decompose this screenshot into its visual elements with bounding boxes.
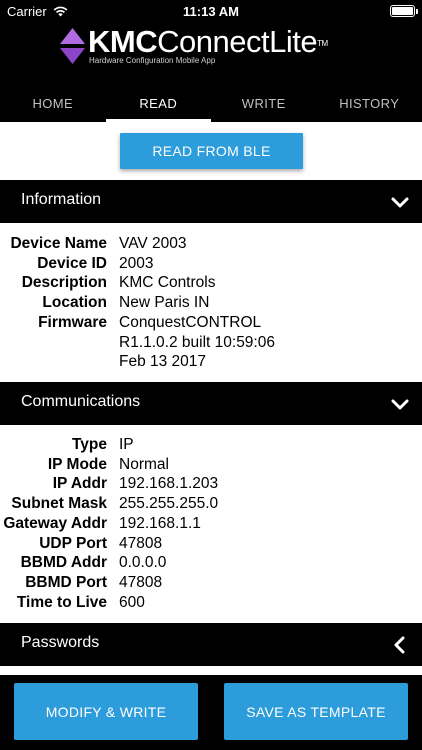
info-key: Location bbox=[42, 294, 107, 312]
status-bar: Carrier 11:13 AM bbox=[0, 0, 422, 22]
info-key: Firmware bbox=[38, 313, 107, 331]
comm-key: Gateway Addr bbox=[3, 514, 107, 532]
chevron-down-icon[interactable] bbox=[390, 395, 410, 413]
information-list: Device Name VAV 2003 Device ID 2003 Descri… bbox=[0, 234, 422, 372]
tab-home[interactable]: HOME bbox=[0, 88, 106, 122]
comm-value: Normal bbox=[119, 455, 169, 473]
info-value: ConquestCONTROL bbox=[119, 313, 262, 331]
app-subtitle: Hardware Configuration Mobile App bbox=[89, 56, 216, 65]
info-row: Location New Paris IN bbox=[0, 293, 422, 313]
comm-key: Type bbox=[71, 436, 107, 453]
comm-key: Subnet Mask bbox=[11, 495, 107, 513]
bottom-action-bar: MODIFY & WRITE SAVE AS TEMPLATE bbox=[0, 675, 422, 750]
info-row: Device ID 2003 bbox=[0, 254, 422, 274]
info-value: Feb 13 2017 bbox=[119, 353, 207, 371]
comm-value: 192.168.1.1 bbox=[119, 514, 201, 532]
info-value: R1.1.0.2 built 10:59:06 bbox=[119, 333, 275, 351]
comm-value: 0.0.0.0 bbox=[119, 554, 167, 572]
info-value: VAV 2003 bbox=[119, 235, 187, 252]
info-value: New Paris IN bbox=[119, 294, 210, 312]
comm-value: 47808 bbox=[119, 573, 163, 591]
communications-title: Communications bbox=[21, 393, 141, 410]
comm-row: Time to Live 600 bbox=[0, 593, 422, 613]
app-header: KMCConnectLiteTM Hardware Configuration … bbox=[0, 22, 422, 88]
information-title: Information bbox=[21, 191, 102, 208]
app-logo-text: KMCConnectLiteTM bbox=[88, 24, 328, 60]
comm-key: Time to Live bbox=[16, 593, 107, 611]
communications-list: Type IP IP Mode Normal IP Addr 192.168.1.20… bbox=[0, 435, 422, 612]
kmc-diamond-logo-icon bbox=[60, 28, 85, 64]
comm-row: IP Addr 192.168.1.203 bbox=[0, 474, 422, 494]
comm-row: BBMD Port 47808 bbox=[0, 573, 422, 593]
comm-row: IP Mode Normal bbox=[0, 455, 422, 475]
read-content[interactable]: READ FROM BLE Information Device Name VAV… bbox=[0, 122, 422, 675]
brand-bold: KMC bbox=[88, 24, 158, 59]
comm-value: 600 bbox=[119, 593, 145, 611]
info-key: Device Name bbox=[10, 235, 107, 252]
info-row: Firmware ConquestCONTROL bbox=[0, 313, 422, 333]
info-row: R1.1.0.2 built 10:59:06 bbox=[0, 333, 422, 353]
info-row: Feb 13 2017 bbox=[0, 352, 422, 372]
clock: 11:13 AM bbox=[183, 4, 239, 19]
info-row: Device Name VAV 2003 bbox=[0, 234, 422, 254]
info-key: Description bbox=[21, 274, 107, 292]
modify-and-write-button[interactable]: MODIFY & WRITE bbox=[14, 683, 198, 740]
info-key: Device ID bbox=[37, 254, 107, 272]
brand-light: ConnectLite bbox=[157, 24, 318, 59]
chevron-down-icon[interactable] bbox=[390, 193, 410, 211]
comm-row: Type IP bbox=[0, 435, 422, 455]
comm-row: Subnet Mask 255.255.255.0 bbox=[0, 494, 422, 514]
communications-section-header[interactable]: Communications bbox=[0, 382, 422, 425]
comm-key: IP Addr bbox=[52, 475, 107, 493]
save-as-template-button[interactable]: SAVE AS TEMPLATE bbox=[224, 683, 408, 740]
passwords-section-header[interactable]: Passwords bbox=[0, 623, 422, 666]
information-section-header[interactable]: Information bbox=[0, 180, 422, 223]
comm-key: UDP Port bbox=[39, 534, 107, 552]
battery-icon bbox=[390, 5, 418, 17]
info-row: Description KMC Controls bbox=[0, 273, 422, 293]
tab-bar: HOME READ WRITE HISTORY bbox=[0, 88, 422, 122]
comm-key: IP Mode bbox=[47, 455, 107, 473]
read-from-ble-button[interactable]: READ FROM BLE bbox=[120, 133, 303, 169]
comm-value: 192.168.1.203 bbox=[119, 475, 219, 493]
comm-value: 255.255.255.0 bbox=[119, 495, 219, 513]
comm-row: Gateway Addr 192.168.1.1 bbox=[0, 514, 422, 534]
brand-trademark: TM bbox=[317, 39, 328, 48]
passwords-title: Passwords bbox=[21, 634, 100, 651]
comm-row: BBMD Addr 0.0.0.0 bbox=[0, 553, 422, 573]
info-key bbox=[0, 333, 119, 353]
comm-key: BBMD Addr bbox=[20, 554, 107, 572]
comm-key: BBMD Port bbox=[25, 573, 107, 591]
info-value: KMC Controls bbox=[119, 274, 216, 292]
comm-value: IP bbox=[119, 436, 134, 453]
chevron-left-icon[interactable] bbox=[390, 636, 410, 654]
tab-write[interactable]: WRITE bbox=[211, 88, 317, 122]
comm-row: UDP Port 47808 bbox=[0, 534, 422, 554]
tab-history[interactable]: HISTORY bbox=[317, 88, 422, 122]
info-value: 2003 bbox=[119, 254, 154, 272]
comm-value: 47808 bbox=[119, 534, 163, 552]
tab-read[interactable]: READ bbox=[105, 88, 212, 122]
info-key bbox=[0, 352, 119, 372]
